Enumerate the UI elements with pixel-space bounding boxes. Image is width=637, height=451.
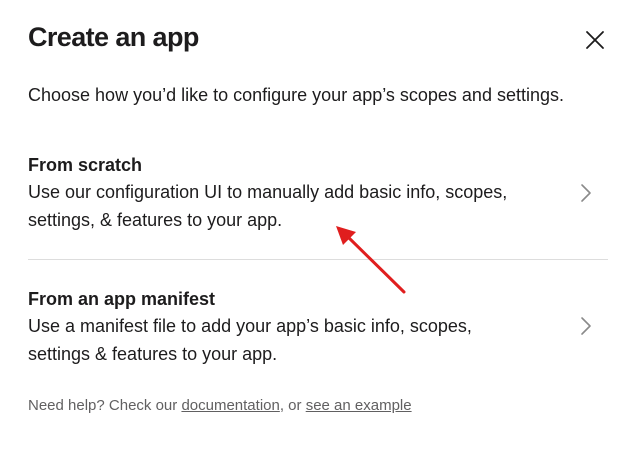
option-description: Use a manifest file to add your app’s ba… xyxy=(28,316,472,364)
help-prefix: Need help? Check our xyxy=(28,397,182,414)
help-text: Need help? Check our documentation, or s… xyxy=(28,396,412,416)
option-title: From scratch xyxy=(28,155,143,175)
option-description: Use our configuration UI to manually add… xyxy=(28,182,508,230)
close-button[interactable] xyxy=(582,27,608,53)
modal-title: Create an app xyxy=(28,22,199,52)
documentation-link[interactable]: documentation xyxy=(181,397,279,414)
create-app-modal: Create an app Choose how you’d like to c… xyxy=(0,0,637,451)
close-icon xyxy=(586,31,604,49)
option-from-scratch[interactable]: From scratch Use our configuration UI to… xyxy=(28,152,608,258)
chevron-right-icon xyxy=(581,184,591,202)
option-from-app-manifest[interactable]: From an app manifest Use a manifest file… xyxy=(28,286,608,378)
option-divider xyxy=(28,259,608,260)
chevron-right-icon xyxy=(581,317,591,335)
see-an-example-link[interactable]: see an example xyxy=(306,397,412,414)
option-title: From an app manifest xyxy=(28,289,216,309)
help-middle: , or xyxy=(279,397,306,414)
modal-subtitle: Choose how you’d like to configure your … xyxy=(28,85,564,105)
